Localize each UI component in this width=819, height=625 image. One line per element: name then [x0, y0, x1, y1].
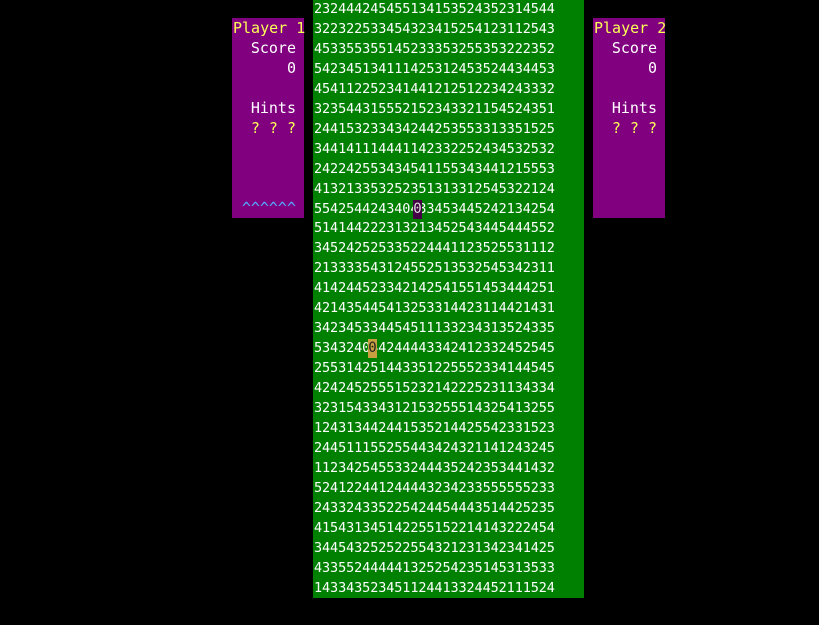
board-row[interactable]: 323544315552152343321154524351	[313, 100, 555, 119]
board-row[interactable]: 244511155255443424321141243245	[313, 439, 555, 458]
player1-score: 0	[286, 59, 296, 77]
player2-title: Player 2	[594, 19, 667, 37]
board-row[interactable]: 322322533454323415254123112543	[313, 20, 555, 39]
board-row[interactable]: 524122441244443234233555555233	[313, 479, 555, 498]
board-row[interactable]: 112342545533244435242353441432	[313, 459, 555, 478]
board-row[interactable]: 344543252522554321231342341425	[313, 539, 555, 558]
board-row[interactable]: 345242525335224441123525531112	[313, 239, 555, 258]
board-row[interactable]: 415431345142255152214143222454	[313, 519, 555, 538]
player2-hints: ? ? ?	[611, 119, 657, 137]
board-row[interactable]: 514144222313213452543445444552	[313, 219, 555, 238]
board-row[interactable]: 542345134111425312453524434453	[313, 60, 555, 79]
board-row[interactable]: 424245255515232142225231134334	[313, 379, 555, 398]
player1-hints: ? ? ?	[250, 119, 296, 137]
board-row[interactable]: 433552444441325254235145313533	[313, 559, 555, 578]
player2-score-label: Score	[611, 39, 657, 57]
board-row[interactable]: 534324044244443342412332452545	[313, 339, 555, 358]
board-row[interactable]: 243324335225424454443514425235	[313, 499, 555, 518]
board-row[interactable]: 255314251443351225552334144545	[313, 359, 555, 378]
player2-hints-label: Hints	[611, 99, 657, 117]
board-row[interactable]: 453355355145233353255353222352	[313, 40, 555, 59]
board-row[interactable]: 344141114441142332252434532532	[313, 140, 555, 159]
board-row[interactable]: 454112252341441212512234243332	[313, 80, 555, 99]
board-row[interactable]: 554254424340433453445242134254	[313, 200, 555, 219]
board-row[interactable]: 413213353252351313312545322124	[313, 180, 555, 199]
game-board[interactable]: 232444245455134153524352314544 3223225334…	[313, 0, 584, 598]
board-row[interactable]: 124313442441535214425542331523	[313, 419, 555, 438]
board-row[interactable]: 414244523342142541551453444251	[313, 279, 555, 298]
board-row[interactable]: 143343523451124413324452111524	[313, 579, 555, 598]
board-row[interactable]: 232444245455134153524352314544	[313, 0, 555, 19]
board-row[interactable]: 421435445413253314423114421431	[313, 299, 555, 318]
player1-hints-label: Hints	[250, 99, 296, 117]
player1-cursor[interactable]: 0	[413, 199, 422, 219]
player1-title: Player 1	[233, 19, 306, 37]
player1-score-label: Score	[250, 39, 296, 57]
player1-turn-indicator: ^^^^^^	[241, 199, 296, 217]
board-row[interactable]: 213333543124552513532545342311	[313, 259, 555, 278]
board-row[interactable]: 323154334312153255514325413255	[313, 399, 555, 418]
board-row[interactable]: 242242553434541155343441215553	[313, 160, 555, 179]
player2-panel: Player 2 Score 0 Hints ? ? ?	[593, 18, 667, 218]
player2-score: 0	[647, 59, 657, 77]
board-row[interactable]: 244153233434244253553313351525	[313, 120, 555, 139]
board-row[interactable]: 342345334454511133234313524335	[313, 319, 555, 338]
player2-cursor[interactable]: 0	[368, 339, 377, 359]
player1-panel: Player 1 Score 0 Hints ? ? ? ^^^^^^	[232, 18, 306, 218]
